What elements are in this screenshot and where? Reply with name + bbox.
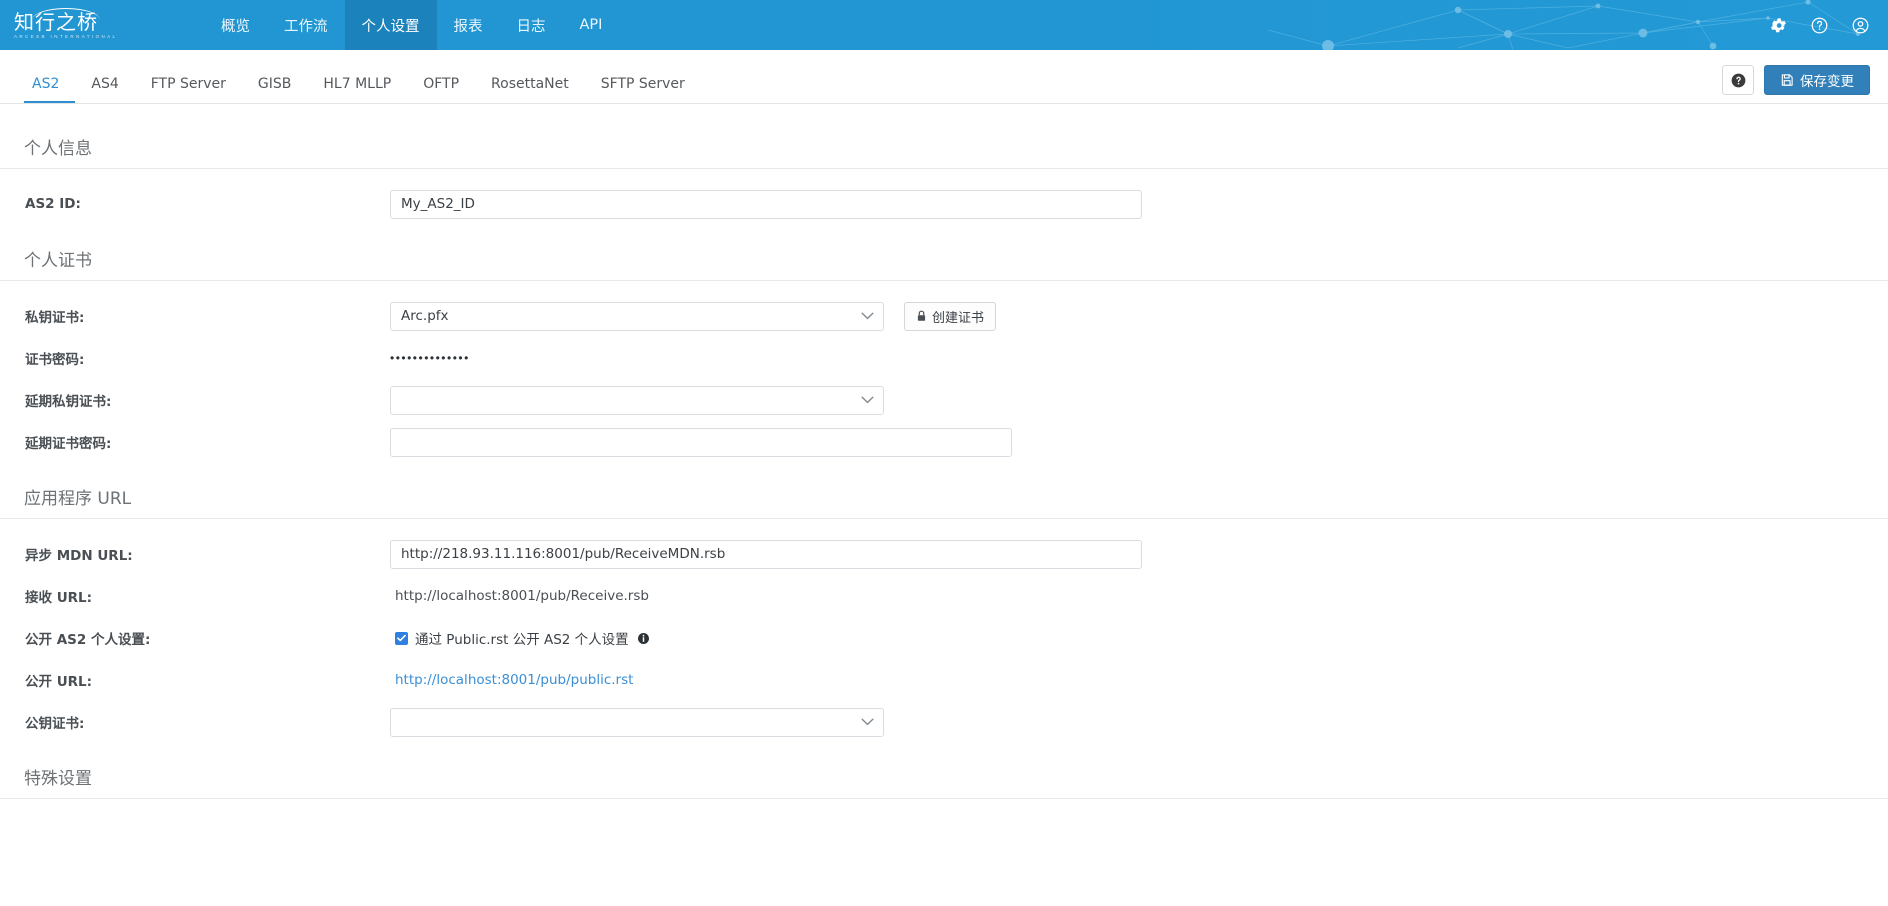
info-icon[interactable] (637, 632, 649, 644)
field-row-receive-url: 接收 URL: http://localhost:8001/pub/Receiv… (0, 581, 1888, 611)
nav-item-reports[interactable]: 报表 (437, 0, 500, 50)
public-cert-select[interactable] (390, 707, 884, 737)
nav-label: 报表 (453, 18, 483, 35)
tabbar-actions: 保存变更 (1722, 65, 1870, 95)
tab-as4[interactable]: AS4 (75, 76, 134, 103)
tab-ftp-server[interactable]: FTP Server (135, 76, 242, 103)
tab-label: SFTP Server (600, 76, 685, 92)
tab-label: FTP Server (150, 76, 226, 92)
field-row-private-cert: 私钥证书: Arc.pfx 创建证书 (0, 301, 1888, 331)
tab-label: OFTP (423, 76, 460, 92)
field-row-public-profile: 公开 AS2 个人设置: 通过 Public.rst 公开 AS2 个人设置 (0, 623, 1888, 653)
label-as2-id: AS2 ID: (25, 196, 81, 212)
field-row-ext-cert-password: 延期证书密码: (0, 427, 1888, 457)
field-row-async-mdn-url: 异步 MDN URL: (0, 539, 1888, 569)
label-receive-url: 接收 URL: (25, 590, 93, 606)
tab-label: AS4 (91, 76, 119, 92)
field-row-public-cert: 公钥证书: (0, 707, 1888, 737)
tab-hl7-mllp[interactable]: HL7 MLLP (307, 76, 407, 103)
tab-oftp[interactable]: OFTP (407, 76, 475, 103)
section-title-special: 特殊设置 (0, 764, 1888, 799)
ext-cert-password-input[interactable] (390, 427, 1012, 457)
tab-label: HL7 MLLP (323, 76, 392, 92)
tab-sftp-server[interactable]: SFTP Server (585, 76, 701, 103)
help-circle-icon[interactable] (1810, 16, 1829, 35)
chevron-down-icon (861, 312, 874, 320)
gear-icon[interactable] (1769, 16, 1788, 35)
main-nav: 概览 工作流 个人设置 报表 日志 API (204, 0, 619, 50)
tab-rosettanet[interactable]: RosettaNet (475, 76, 585, 103)
account-circle-icon[interactable] (1851, 16, 1870, 35)
public-profile-checkbox-wrap[interactable]: 通过 Public.rst 公开 AS2 个人设置 (390, 628, 649, 648)
save-button-label: 保存变更 (1800, 74, 1854, 90)
field-row-public-url: 公开 URL: http://localhost:8001/pub/public… (0, 665, 1888, 695)
label-private-cert: 私钥证书: (25, 310, 85, 326)
receive-url-value: http://localhost:8001/pub/Receive.rsb (395, 588, 649, 604)
question-mark-icon (1731, 73, 1745, 87)
nav-label: API (579, 17, 603, 33)
settings-content: 个人信息 AS2 ID: 个人证书 私钥证书: Arc.pfx 创建证书 (0, 104, 1888, 906)
save-floppy-icon (1781, 74, 1793, 86)
chevron-down-icon (861, 396, 874, 404)
label-public-url: 公开 URL: (25, 674, 93, 690)
public-url-link[interactable]: http://localhost:8001/pub/public.rst (390, 672, 633, 688)
label-public-profile: 公开 AS2 个人设置: (25, 632, 151, 648)
tab-label: RosettaNet (491, 76, 569, 92)
label-async-mdn-url: 异步 MDN URL: (25, 548, 133, 564)
protocol-tabbar: AS2 AS4 FTP Server GISB HL7 MLLP OFTP Ro… (0, 50, 1888, 104)
tab-as2[interactable]: AS2 (24, 76, 76, 103)
create-certificate-label: 创建证书 (932, 310, 985, 326)
cert-password-input[interactable]: •••••••••••••• (390, 351, 1012, 365)
label-public-cert: 公钥证书: (25, 716, 85, 732)
save-button[interactable]: 保存变更 (1764, 65, 1870, 95)
tab-label: AS2 (32, 76, 60, 92)
help-button[interactable] (1722, 65, 1754, 95)
private-cert-value: Arc.pfx (401, 308, 449, 324)
create-certificate-button[interactable]: 创建证书 (904, 301, 997, 331)
logo-subtitle: ARCESB INTERNATIONAL (14, 34, 118, 39)
nav-item-workflow[interactable]: 工作流 (267, 0, 345, 50)
section-title-app-url: 应用程序 URL (0, 484, 1888, 519)
nav-label: 个人设置 (361, 18, 420, 35)
ext-private-cert-select[interactable] (390, 385, 884, 415)
section-title-personal-cert: 个人证书 (0, 246, 1888, 281)
app-header: 知行之桥 ARCESB INTERNATIONAL 概览 工作流 个人设置 报表… (0, 0, 1888, 50)
checkmark-icon (397, 634, 406, 642)
nav-item-logs[interactable]: 日志 (500, 0, 563, 50)
section-title-personal-info: 个人信息 (0, 134, 1888, 169)
private-cert-select[interactable]: Arc.pfx (390, 301, 884, 331)
tab-label: GISB (257, 76, 292, 92)
nav-label: 日志 (516, 18, 546, 35)
lock-icon (917, 310, 926, 321)
public-profile-checkbox[interactable] (395, 631, 408, 645)
field-row-ext-private-cert: 延期私钥证书: (0, 385, 1888, 415)
field-row-as2-id: AS2 ID: (0, 189, 1888, 219)
async-mdn-url-input[interactable] (390, 539, 1142, 569)
header-actions (1769, 0, 1870, 50)
tab-list: AS2 AS4 FTP Server GISB HL7 MLLP OFTP Ro… (24, 76, 701, 103)
nav-item-overview[interactable]: 概览 (204, 0, 267, 50)
label-ext-private-cert: 延期私钥证书: (25, 394, 112, 410)
nav-item-profile-settings[interactable]: 个人设置 (344, 0, 437, 50)
chevron-down-icon (861, 718, 874, 726)
nav-label: 概览 (221, 18, 250, 35)
as2-id-input[interactable] (390, 189, 1142, 219)
label-cert-password: 证书密码: (25, 352, 85, 368)
app-logo[interactable]: 知行之桥 ARCESB INTERNATIONAL (14, 5, 118, 45)
nav-label: 工作流 (284, 18, 328, 35)
nav-item-api[interactable]: API (563, 0, 620, 50)
label-ext-cert-password: 延期证书密码: (25, 436, 112, 452)
public-profile-checkbox-label: 通过 Public.rst 公开 AS2 个人设置 (415, 632, 629, 648)
field-row-cert-password: 证书密码: •••••••••••••• (0, 343, 1888, 373)
tab-gisb[interactable]: GISB (242, 76, 307, 103)
cert-password-value: •••••••••••••• (390, 351, 470, 365)
